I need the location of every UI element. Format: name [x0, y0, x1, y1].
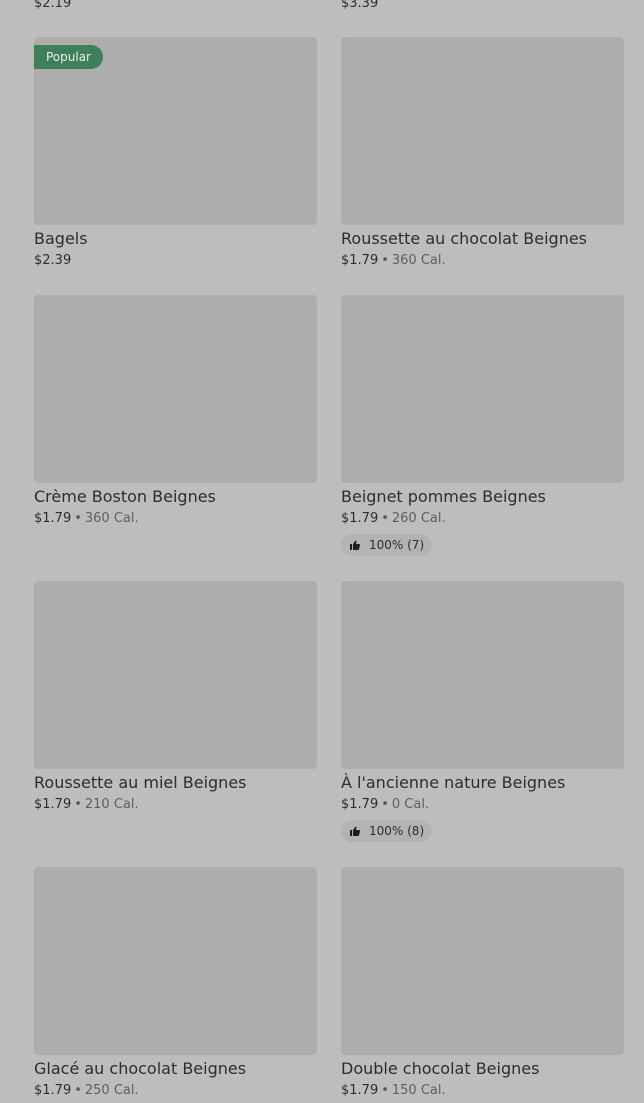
item-price: $1.79 [341, 253, 379, 268]
thumbs-up-icon [350, 826, 361, 836]
item-meta: $1.79 • 360 Cal. [341, 254, 624, 268]
rating-text: 100% (7) [369, 538, 425, 552]
item-meta: $1.79 • 250 Cal. [34, 1084, 317, 1098]
popular-badge: Popular [34, 45, 103, 69]
item-image[interactable] [34, 867, 317, 1055]
item-meta: $1.79 • 260 Cal. [341, 512, 624, 526]
menu-item-card[interactable]: Roussette au miel Beignes $1.79 • 210 Cal. [34, 581, 317, 812]
item-calories: 250 Cal. [84, 1083, 139, 1098]
item-price: $1.79 [34, 511, 72, 526]
separator-dot: • [381, 1083, 389, 1098]
item-image[interactable] [341, 581, 624, 769]
item-image[interactable] [34, 581, 317, 769]
menu-item-card[interactable]: Glacé au chocolat Beignes $1.79 • 250 Cal. [34, 867, 317, 1098]
rating-pill: 100% (8) [341, 820, 433, 842]
separator-dot: • [381, 511, 389, 526]
item-title[interactable]: Crème Boston Beignes [34, 488, 317, 506]
item-calories: 360 Cal. [391, 253, 446, 268]
menu-item-card[interactable]: Roussette au chocolat Beignes $1.79 • 360 … [341, 37, 624, 268]
thumbs-up-icon [350, 540, 361, 550]
menu-grid: $2.19 $3.39 Popular Bagels $2.39 Rousset… [0, 0, 644, 1103]
previous-row-prices: $2.19 $3.39 [0, 0, 644, 11]
item-title[interactable]: Glacé au chocolat Beignes [34, 1060, 317, 1078]
item-calories: 150 Cal. [391, 1083, 446, 1098]
item-meta: $1.79 • 210 Cal. [34, 798, 317, 812]
item-calories: 260 Cal. [391, 511, 446, 526]
item-image[interactable] [341, 867, 624, 1055]
item-image[interactable]: Popular [34, 37, 317, 225]
item-title[interactable]: Bagels [34, 230, 317, 248]
item-title[interactable]: Double chocolat Beignes [341, 1060, 624, 1078]
item-title[interactable]: Beignet pommes Beignes [341, 488, 624, 506]
item-meta: $2.39 [34, 254, 317, 268]
menu-item-card[interactable]: Beignet pommes Beignes $1.79 • 260 Cal. 10… [341, 295, 624, 556]
item-image[interactable] [341, 37, 624, 225]
item-price: $1.79 [341, 797, 379, 812]
menu-item-card[interactable]: Double chocolat Beignes $1.79 • 150 Cal. [341, 867, 624, 1098]
item-calories: 360 Cal. [84, 511, 139, 526]
item-meta: $1.79 • 150 Cal. [341, 1084, 624, 1098]
item-title[interactable]: À l'ancienne nature Beignes [341, 774, 624, 792]
item-price: $1.79 [341, 1083, 379, 1098]
rating-pill: 100% (7) [341, 534, 433, 556]
item-price: $1.79 [34, 797, 72, 812]
item-price: $1.79 [34, 1083, 72, 1098]
item-price: $3.39 [341, 0, 379, 11]
menu-item-card[interactable]: À l'ancienne nature Beignes $1.79 • 0 Cal.… [341, 581, 624, 842]
separator-dot: • [74, 511, 82, 526]
item-meta: $1.79 • 0 Cal. [341, 798, 624, 812]
item-title[interactable]: Roussette au miel Beignes [34, 774, 317, 792]
rating-text: 100% (8) [369, 824, 425, 838]
item-image[interactable] [34, 295, 317, 483]
item-meta: $1.79 • 360 Cal. [34, 512, 317, 526]
separator-dot: • [74, 797, 82, 812]
item-calories: 0 Cal. [391, 797, 430, 812]
menu-item-card[interactable]: Popular Bagels $2.39 [34, 37, 317, 268]
separator-dot: • [74, 1083, 82, 1098]
item-image[interactable] [341, 295, 624, 483]
menu-item-card[interactable]: Crème Boston Beignes $1.79 • 360 Cal. [34, 295, 317, 526]
item-price: $2.19 [34, 0, 72, 11]
item-price: $1.79 [341, 511, 379, 526]
item-price: $2.39 [34, 253, 72, 268]
separator-dot: • [381, 797, 389, 812]
item-calories: 210 Cal. [84, 797, 139, 812]
item-title[interactable]: Roussette au chocolat Beignes [341, 230, 624, 248]
separator-dot: • [381, 253, 389, 268]
